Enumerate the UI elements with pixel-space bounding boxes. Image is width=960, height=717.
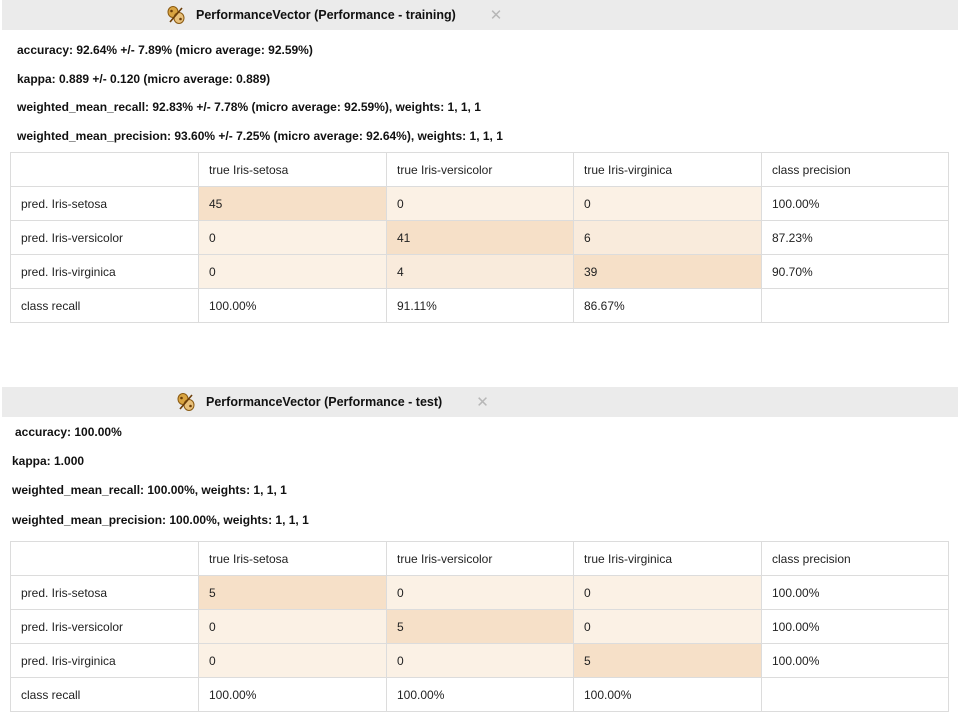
table-cell: 45 <box>198 186 387 221</box>
table-row: class recall 100.00% 100.00% 100.00% <box>10 677 949 712</box>
row-label-cell: pred. Iris-setosa <box>10 575 199 610</box>
table-header-row: true Iris-setosa true Iris-versicolor tr… <box>10 152 949 187</box>
table-cell: 0 <box>573 609 762 644</box>
class-precision-cell: 100.00% <box>761 575 949 610</box>
table-cell: 5 <box>386 609 574 644</box>
table-cell <box>761 677 949 712</box>
performance-vector-icon <box>165 4 187 26</box>
table-row: pred. Iris-virginica 0 0 5 100.00% <box>10 643 949 678</box>
weighted-mean-recall-metric: weighted_mean_recall: 100.00%, weights: … <box>12 483 287 497</box>
performance-vector-icon <box>175 391 197 413</box>
table-header-cell: true Iris-virginica <box>573 152 762 187</box>
class-precision-cell: 87.23% <box>761 220 949 255</box>
weighted-mean-precision-metric: weighted_mean_precision: 93.60% +/- 7.25… <box>17 129 503 143</box>
table-cell: 0 <box>386 186 574 221</box>
tab-bar: PerformanceVector (Performance - trainin… <box>2 0 958 30</box>
class-recall-cell: 86.67% <box>573 288 762 323</box>
table-header-cell: class precision <box>761 152 949 187</box>
class-recall-cell: 91.11% <box>386 288 574 323</box>
table-cell: 0 <box>573 575 762 610</box>
tab-title: PerformanceVector (Performance - test) <box>206 395 443 409</box>
class-precision-cell: 100.00% <box>761 609 949 644</box>
table-cell: 4 <box>386 254 574 289</box>
tab-bar: PerformanceVector (Performance - test) ✕ <box>2 387 958 417</box>
table-row: pred. Iris-virginica 0 4 39 90.70% <box>10 254 949 289</box>
class-precision-cell: 100.00% <box>761 643 949 678</box>
tab-performance-test[interactable]: PerformanceVector (Performance - test) ✕ <box>175 387 489 417</box>
accuracy-metric: accuracy: 100.00% <box>15 425 122 439</box>
table-cell: 5 <box>198 575 387 610</box>
table-cell: 0 <box>198 609 387 644</box>
table-row: pred. Iris-setosa 45 0 0 100.00% <box>10 186 949 221</box>
table-row: pred. Iris-setosa 5 0 0 100.00% <box>10 575 949 610</box>
confusion-matrix-table: true Iris-setosa true Iris-versicolor tr… <box>10 152 949 323</box>
table-header-cell: true Iris-setosa <box>198 152 387 187</box>
close-icon[interactable]: ✕ <box>476 395 489 410</box>
close-icon[interactable]: ✕ <box>490 8 503 23</box>
table-cell: 5 <box>573 643 762 678</box>
class-precision-cell: 90.70% <box>761 254 949 289</box>
kappa-metric: kappa: 0.889 +/- 0.120 (micro average: 0… <box>17 72 271 86</box>
table-cell: 0 <box>198 254 387 289</box>
table-row: pred. Iris-versicolor 0 41 6 87.23% <box>10 220 949 255</box>
row-label-cell: pred. Iris-virginica <box>10 254 199 289</box>
class-recall-cell: 100.00% <box>386 677 574 712</box>
class-recall-cell: 100.00% <box>198 677 387 712</box>
tab-title: PerformanceVector (Performance - trainin… <box>196 8 456 22</box>
class-recall-cell: 100.00% <box>573 677 762 712</box>
table-cell <box>761 288 949 323</box>
table-cell: 0 <box>198 643 387 678</box>
table-row: pred. Iris-versicolor 0 5 0 100.00% <box>10 609 949 644</box>
table-cell: 0 <box>386 643 574 678</box>
table-cell: 41 <box>386 220 574 255</box>
table-header-row: true Iris-setosa true Iris-versicolor tr… <box>10 541 949 576</box>
table-cell: 6 <box>573 220 762 255</box>
row-label-cell: class recall <box>10 288 199 323</box>
table-cell: 0 <box>386 575 574 610</box>
table-header-cell <box>10 152 199 187</box>
row-label-cell: class recall <box>10 677 199 712</box>
table-header-cell: true Iris-versicolor <box>386 541 574 576</box>
table-header-cell <box>10 541 199 576</box>
row-label-cell: pred. Iris-setosa <box>10 186 199 221</box>
table-header-cell: true Iris-setosa <box>198 541 387 576</box>
row-label-cell: pred. Iris-versicolor <box>10 220 199 255</box>
class-precision-cell: 100.00% <box>761 186 949 221</box>
table-header-cell: true Iris-virginica <box>573 541 762 576</box>
training-performance-panel: PerformanceVector (Performance - trainin… <box>0 0 960 323</box>
table-header-cell: class precision <box>761 541 949 576</box>
table-cell: 0 <box>573 186 762 221</box>
table-row: class recall 100.00% 91.11% 86.67% <box>10 288 949 323</box>
weighted-mean-recall-metric: weighted_mean_recall: 92.83% +/- 7.78% (… <box>17 100 481 114</box>
confusion-matrix-table: true Iris-setosa true Iris-versicolor tr… <box>10 541 949 712</box>
row-label-cell: pred. Iris-versicolor <box>10 609 199 644</box>
table-cell: 39 <box>573 254 762 289</box>
kappa-metric: kappa: 1.000 <box>12 454 85 468</box>
test-performance-panel: PerformanceVector (Performance - test) ✕… <box>0 387 960 712</box>
tab-performance-training[interactable]: PerformanceVector (Performance - trainin… <box>165 0 502 30</box>
weighted-mean-precision-metric: weighted_mean_precision: 100.00%, weight… <box>12 513 309 527</box>
table-cell: 0 <box>198 220 387 255</box>
row-label-cell: pred. Iris-virginica <box>10 643 199 678</box>
table-header-cell: true Iris-versicolor <box>386 152 574 187</box>
accuracy-metric: accuracy: 92.64% +/- 7.89% (micro averag… <box>17 43 313 57</box>
class-recall-cell: 100.00% <box>198 288 387 323</box>
